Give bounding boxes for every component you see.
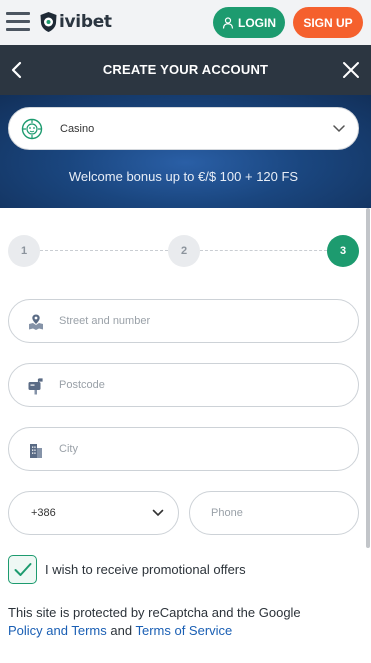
menu-icon[interactable]: [6, 12, 30, 32]
user-icon: [222, 16, 234, 29]
modal-title-bar: CREATE YOUR ACCOUNT: [0, 45, 371, 95]
shield-logo-icon: [40, 12, 57, 32]
phone-code-value: +386: [31, 507, 56, 519]
chevron-down-icon: [152, 509, 164, 517]
chevron-down-icon: [333, 125, 345, 133]
checkmark-icon: [14, 563, 32, 576]
login-button[interactable]: LOGIN: [213, 7, 285, 38]
street-field: [8, 299, 359, 343]
policy-link[interactable]: Policy and Terms: [8, 623, 107, 638]
building-icon: [30, 444, 42, 458]
signup-button[interactable]: SIGN UP: [293, 7, 363, 38]
phone-code-select[interactable]: +386: [8, 491, 179, 535]
promo-label: I wish to receive promotional offers: [45, 562, 246, 577]
city-field: [8, 427, 359, 471]
phone-field: [189, 491, 359, 535]
casino-face-icon: [21, 118, 43, 140]
logo-text: ivibet: [59, 12, 112, 32]
product-select[interactable]: Casino: [8, 107, 359, 150]
mailbox-icon: [28, 378, 43, 395]
step-connector: [200, 250, 327, 251]
top-header: ivibet LOGIN SIGN UP: [0, 0, 371, 45]
scrollbar[interactable]: [366, 208, 370, 548]
street-input[interactable]: [59, 301, 339, 341]
phone-input[interactable]: [211, 493, 351, 533]
close-icon[interactable]: [341, 60, 361, 80]
logo[interactable]: ivibet: [39, 10, 112, 34]
postcode-input[interactable]: [59, 365, 339, 405]
step-3-active: 3: [327, 235, 359, 267]
welcome-bonus-text: Welcome bonus up to €/$ 100 + 120 FS: [68, 169, 299, 184]
recaptcha-notice: This site is protected by reCaptcha and …: [8, 604, 363, 640]
postcode-field: [8, 363, 359, 407]
promo-checkbox[interactable]: [8, 555, 37, 584]
city-input[interactable]: [59, 429, 339, 469]
step-1: 1: [8, 235, 40, 267]
captcha-text: This site is protected by reCaptcha and …: [8, 605, 301, 620]
map-location-icon: [29, 314, 43, 330]
login-label: LOGIN: [238, 15, 276, 30]
back-arrow-icon[interactable]: [8, 60, 26, 80]
product-select-value: Casino: [60, 123, 95, 135]
modal-title: CREATE YOUR ACCOUNT: [102, 62, 269, 77]
and-text: and: [110, 623, 133, 638]
signup-label: SIGN UP: [303, 15, 353, 30]
terms-of-service-link[interactable]: Terms of Service: [135, 623, 232, 638]
step-connector: [40, 250, 168, 251]
bonus-banner: Casino Welcome bonus up to €/$ 100 + 120…: [0, 95, 371, 208]
step-2: 2: [168, 235, 200, 267]
